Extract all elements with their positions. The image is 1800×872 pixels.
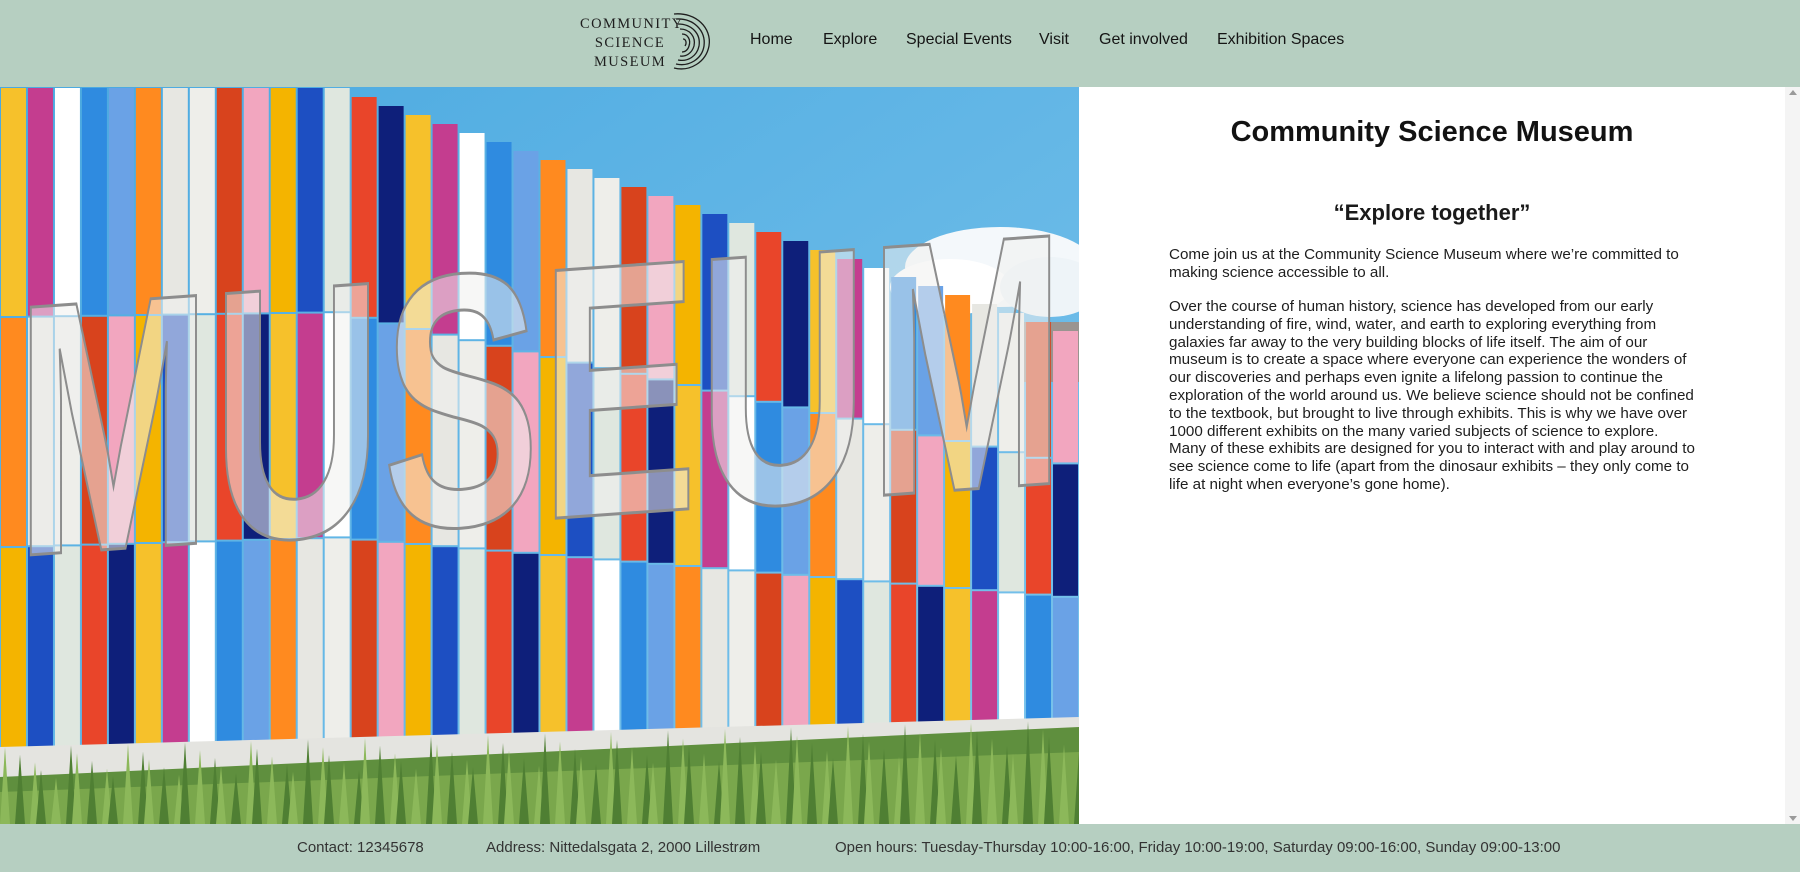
- spiral-logo-icon: [673, 13, 710, 70]
- intro-paragraph: Come join us at the Community Science Mu…: [1169, 246, 1679, 281]
- scroll-down-arrow-icon[interactable]: [1789, 816, 1797, 821]
- facade-panel: [648, 564, 674, 748]
- hero-image: MUSEUM: [0, 87, 1079, 824]
- vertical-scrollbar[interactable]: [1785, 87, 1800, 824]
- facade-panel: [621, 562, 647, 749]
- footer-opening-hours: Open hours: Tuesday-Thursday 10:00-16:00…: [835, 839, 1561, 856]
- facade-panel: [702, 569, 728, 745]
- nav-explore[interactable]: Explore: [823, 31, 877, 49]
- facade-panel: [945, 589, 971, 734]
- facade-panel: [783, 575, 809, 742]
- site-header: COMMUNITY SCIENCE MUSEUM Home Explore Sp…: [0, 0, 1800, 87]
- facade-panel: [810, 578, 836, 740]
- facade-panel: [675, 567, 701, 746]
- tagline: “Explore together”: [1333, 200, 1531, 225]
- museum-facade-image: MUSEUM: [0, 87, 1079, 824]
- museum-logo[interactable]: COMMUNITY SCIENCE MUSEUM: [580, 10, 710, 74]
- nav-home[interactable]: Home: [750, 31, 793, 49]
- nav-special-events[interactable]: Special Events: [906, 31, 1012, 49]
- facade-panel: [837, 580, 863, 739]
- nav-visit[interactable]: Visit: [1039, 31, 1069, 49]
- footer-address: Address: Nittedalsgata 2, 2000 Lillestrø…: [486, 839, 761, 856]
- facade-panel: [756, 573, 782, 743]
- facade-panel: [1026, 595, 1052, 731]
- facade-panel: [972, 591, 998, 733]
- scroll-up-arrow-icon[interactable]: [1789, 90, 1797, 95]
- page-title: Community Science Museum: [1230, 116, 1634, 148]
- history-paragraph: Over the course of human history, scienc…: [1169, 298, 1695, 493]
- facade-panel: [1053, 597, 1078, 730]
- nav-get-involved[interactable]: Get involved: [1099, 31, 1188, 49]
- nav-exhibition-spaces[interactable]: Exhibition Spaces: [1217, 31, 1344, 49]
- main-content: Community Science Museum “Explore togeth…: [1079, 87, 1785, 824]
- facade-panel: [864, 582, 890, 738]
- facade-panel: [999, 593, 1025, 732]
- facade-panel: [918, 586, 944, 736]
- facade-letters: MUSEUM: [15, 158, 1065, 633]
- site-footer: Contact: 12345678 Address: Nittedalsgata…: [0, 824, 1800, 872]
- footer-contact: Contact: 12345678: [297, 839, 424, 856]
- facade-panel: [729, 571, 755, 744]
- facade-panel: [891, 584, 917, 737]
